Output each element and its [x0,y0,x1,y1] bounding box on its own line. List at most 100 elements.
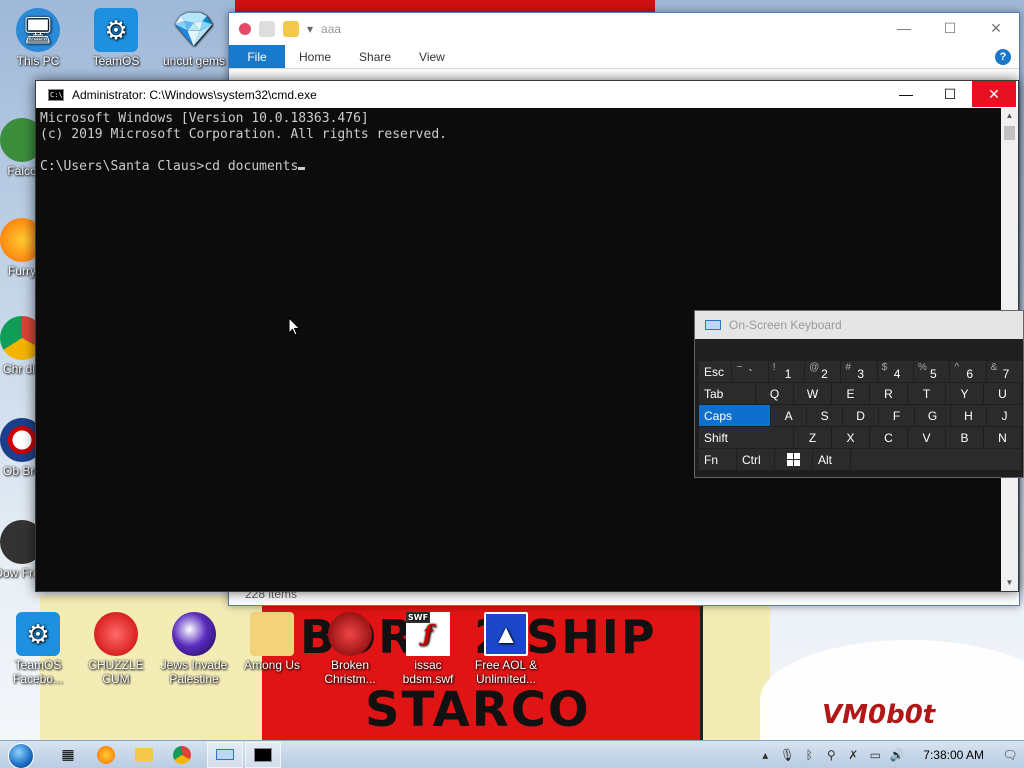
key-4[interactable]: $4 [877,361,914,382]
start-button[interactable] [0,741,40,768]
volume-icon[interactable]: 🔊 [889,747,905,763]
key-s[interactable]: S [807,405,843,426]
chevron-down-icon[interactable]: ▾ [307,22,313,36]
key-v[interactable]: V [908,427,945,448]
key-z[interactable]: Z [794,427,831,448]
system-tray: ▴ 🎙 ᛒ ⚲ ✗ ▭ 🔊 7:38:00 AM 🗨 [757,741,1024,768]
key-tilde[interactable]: ~ ` [732,361,768,382]
key-5[interactable]: % 5 [914,361,950,382]
key-alt[interactable]: Alt [813,449,850,470]
minimize-button[interactable]: — [881,13,927,43]
desktop-icon-label: Among Us [243,658,301,672]
key-h[interactable]: H [951,405,986,426]
desktop-icon-free-aol[interactable]: ▲ Free AOL & Unlimited... [468,612,544,686]
close-button[interactable]: ✕ [972,81,1016,107]
desktop-icon-uncut-gems[interactable]: 💎 uncut gems [156,8,232,68]
tab-home[interactable]: Home [285,45,345,68]
tools-icon[interactable]: ✗ [845,747,861,763]
taskbar-cmd-icon[interactable] [245,741,281,768]
key-a[interactable]: A [771,405,807,426]
desktop-icon-this-pc[interactable]: 🖥 This PC [0,8,76,68]
tab-share[interactable]: Share [345,45,405,68]
taskbar-chrome-icon[interactable] [164,742,200,768]
maximize-button[interactable]: ☐ [927,13,973,43]
key-2[interactable]: @2 [805,361,841,382]
key-d[interactable]: D [843,405,879,426]
key-7[interactable]: & 7 [986,361,1022,382]
key-ctrl[interactable]: Ctrl [737,449,774,470]
task-view-icon[interactable]: ▦ [50,742,86,768]
flash-file-icon: SWF ƒ [406,612,450,656]
desktop-icon-among-us[interactable]: Among Us [234,612,310,672]
search-icon[interactable]: ⚲ [823,747,839,763]
bluetooth-icon[interactable]: ᛒ [801,747,817,763]
scroll-thumb[interactable] [1004,126,1015,140]
console-prompt-line[interactable]: C:\Users\Santa Claus>cd documents [40,159,998,175]
key-char: 2 [821,367,828,381]
desktop-icon-chuzzle[interactable]: CHUZZLE CUM [78,612,154,686]
key-n[interactable]: N [984,427,1021,448]
text-cursor [298,167,306,170]
key-windows[interactable] [775,449,812,470]
key-t[interactable]: T [908,383,945,404]
on-screen-keyboard[interactable]: On-Screen Keyboard Esc ~ ` ! 1 @2 #3 $4 % 5… [694,310,1024,478]
key-esc[interactable]: Esc [699,361,732,382]
new-folder-icon[interactable] [283,21,299,37]
taskbar-osk-icon[interactable] [207,741,243,768]
chevron-up-icon[interactable]: ▴ [757,747,773,763]
maximize-button[interactable]: ☐ [928,81,972,107]
desktop-icon-teamos[interactable]: ⚙ TeamOS [78,8,154,68]
key-y[interactable]: Y [946,383,983,404]
mouse-pointer-icon [288,317,301,336]
notifications-icon[interactable]: 🗨 [1002,747,1018,763]
desktop-icon-issac-swf[interactable]: SWF ƒ issac bdsm.swf [390,612,466,686]
key-shift-char: ~ [736,362,743,373]
desktop-icon-teamos-facebook[interactable]: ⚙ TeamOS Facebo... [0,612,76,686]
key-x[interactable]: X [832,427,869,448]
minimize-button[interactable]: — [884,81,928,107]
taskbar-firefox-icon[interactable] [88,742,124,768]
quick-access-icon[interactable] [239,23,251,35]
key-shift[interactable]: Shift [699,427,793,448]
desktop-icon-broken-christmas[interactable]: Broken Christm... [312,612,388,686]
key-c[interactable]: C [870,427,907,448]
taskbar-explorer-icon[interactable] [126,742,162,768]
scroll-down-icon[interactable]: ▼ [1001,575,1018,591]
key-6[interactable]: ^ 6 [950,361,986,382]
key-g[interactable]: G [915,405,951,426]
microphone-icon[interactable]: 🎙 [779,747,795,763]
help-icon[interactable]: ? [995,49,1011,65]
network-icon[interactable]: ▭ [867,747,883,763]
gem-icon: 💎 [172,11,216,49]
key-q[interactable]: Q [756,383,793,404]
desktop-icon-label: issac bdsm.swf [402,658,454,686]
close-button[interactable]: ✕ [973,13,1019,43]
key-u[interactable]: U [984,383,1021,404]
key-1[interactable]: ! 1 [768,361,805,382]
key-fn[interactable]: Fn [699,449,736,470]
clock[interactable]: 7:38:00 AM [911,748,996,762]
key-w[interactable]: W [794,383,831,404]
properties-icon[interactable] [259,21,275,37]
tab-view[interactable]: View [405,45,459,68]
tab-file[interactable]: File [229,45,285,68]
key-char: 4 [893,367,901,381]
desktop-icon-jews-invade[interactable]: Jews Invade Palestine [156,612,232,686]
scroll-up-icon[interactable]: ▲ [1001,108,1018,124]
key-row: Shift Z X C V B N [699,427,1023,449]
key-caps[interactable]: Caps [699,405,771,426]
folder-icon [250,612,294,656]
key-b[interactable]: B [946,427,983,448]
key-3[interactable]: #3 [841,361,877,382]
key-tab[interactable]: Tab [699,383,755,404]
osk-titlebar[interactable]: On-Screen Keyboard [695,311,1023,339]
cmd-icon: C:\ [48,88,64,101]
cmd-titlebar[interactable]: C:\ Administrator: C:\Windows\system32\c… [36,81,1018,108]
key-e[interactable]: E [832,383,869,404]
key-space[interactable] [851,449,1021,470]
key-f[interactable]: F [879,405,915,426]
key-j[interactable]: J [986,405,1022,426]
key-r[interactable]: R [870,383,907,404]
computer-icon: 🖥 [16,8,60,52]
